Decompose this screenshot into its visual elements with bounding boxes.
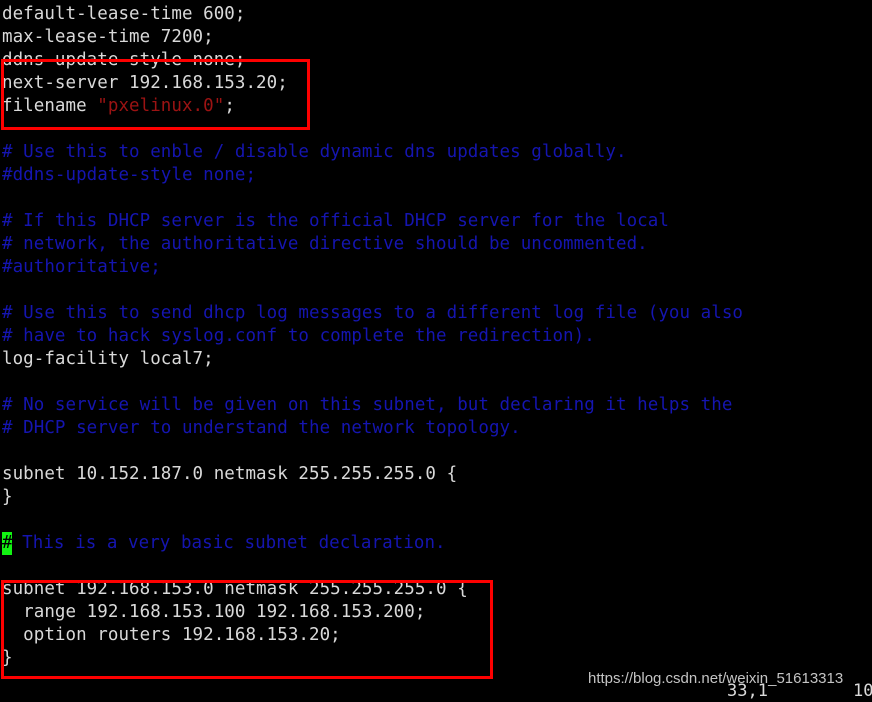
code-line: ddns-update-style none;	[2, 50, 246, 70]
status-cursor-position: 33,1	[727, 681, 768, 701]
code-line: subnet 10.152.187.0 netmask 255.255.255.…	[2, 464, 458, 484]
code-line: next-server 192.168.153.20;	[2, 73, 288, 93]
code-line: log-facility local7;	[2, 349, 214, 369]
filename-string-value: "pxelinux.0"	[97, 96, 225, 116]
terminal-screen[interactable]: default-lease-time 600; max-lease-time 7…	[0, 0, 872, 702]
watermark-text: https://blog.csdn.net/weixin_51613313	[588, 670, 844, 687]
text-cursor[interactable]: #	[2, 532, 13, 555]
code-line: default-lease-time 600;	[2, 4, 246, 24]
code-line: }	[2, 487, 13, 507]
code-line: range 192.168.153.100 192.168.153.200;	[2, 602, 426, 622]
comment-line: # DHCP server to understand the network …	[2, 418, 521, 438]
comment-line-text: This is a very basic subnet declaration.	[11, 533, 446, 553]
code-line: option routers 192.168.153.20;	[2, 625, 341, 645]
comment-line: # Use this to enble / disable dynamic dn…	[2, 142, 627, 162]
comment-line: #authoritative;	[2, 257, 161, 277]
status-scroll-percent: 10	[853, 681, 872, 701]
comment-line: # No service will be given on this subne…	[2, 395, 733, 415]
comment-line-with-cursor: # This is a very basic subnet declaratio…	[2, 532, 870, 555]
code-line: max-lease-time 7200;	[2, 27, 214, 47]
comment-line: # If this DHCP server is the official DH…	[2, 211, 669, 231]
code-line-filename: filename "pxelinux.0";	[2, 95, 870, 118]
code-line: }	[2, 648, 13, 668]
comment-line: # have to hack syslog.conf to complete t…	[2, 326, 595, 346]
comment-line: # Use this to send dhcp log messages to …	[2, 303, 744, 323]
code-line: subnet 192.168.153.0 netmask 255.255.255…	[2, 579, 468, 599]
comment-line: #ddns-update-style none;	[2, 165, 257, 185]
filename-keyword: filename	[2, 96, 98, 116]
comment-line: # network, the authoritative directive s…	[2, 234, 648, 254]
filename-semicolon: ;	[224, 96, 235, 116]
vim-text-buffer[interactable]: default-lease-time 600; max-lease-time 7…	[2, 3, 870, 670]
